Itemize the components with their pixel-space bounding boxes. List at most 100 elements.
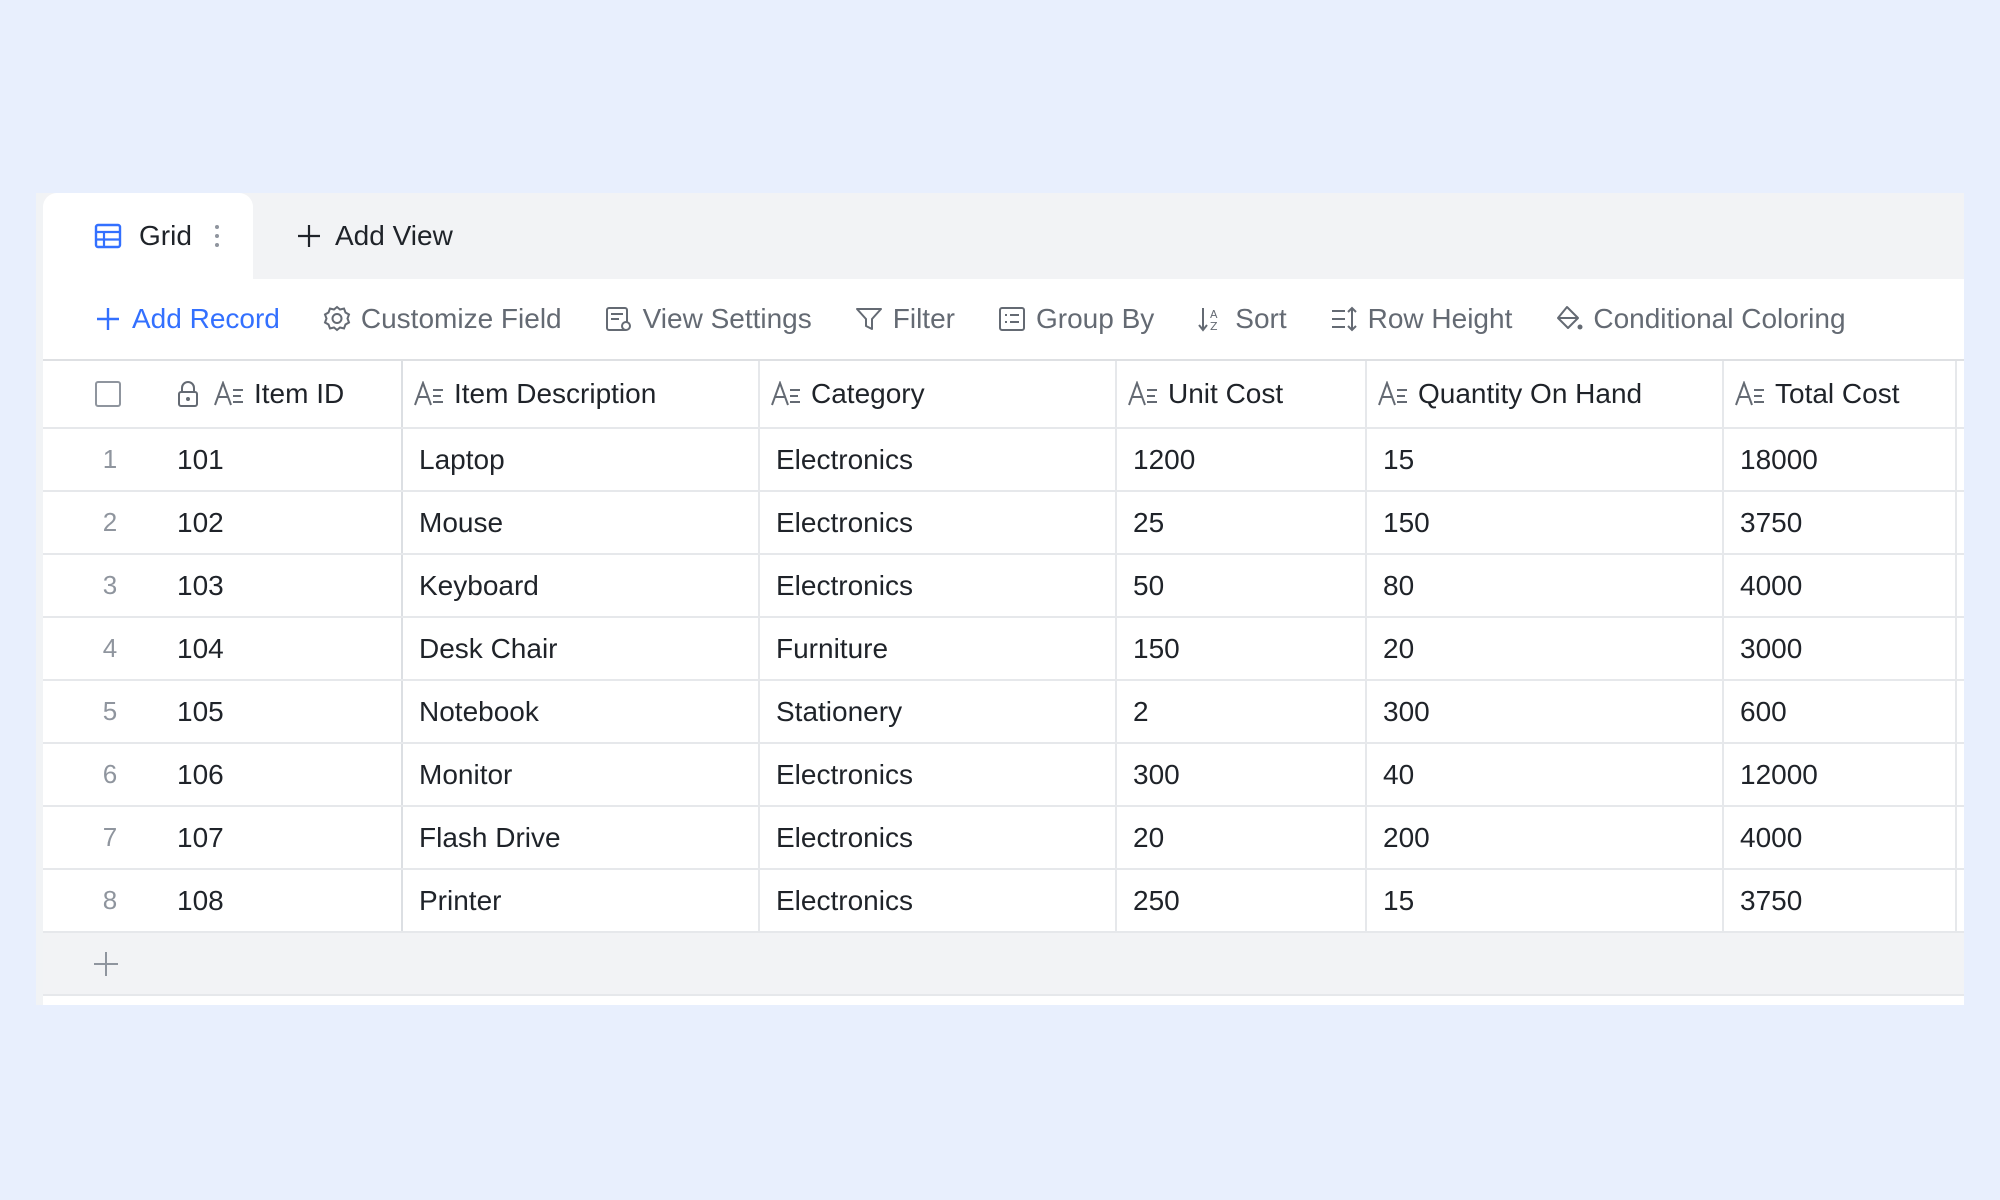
cell-item-id[interactable]: 4 104 xyxy=(43,618,403,679)
add-view-button[interactable]: Add View xyxy=(295,193,453,279)
cell-value: 15 xyxy=(1383,884,1415,916)
text-field-icon xyxy=(1735,381,1764,406)
lock-icon xyxy=(178,381,198,407)
cell-unit-cost[interactable]: 250 xyxy=(1117,870,1367,931)
cell-item-id[interactable]: 8 108 xyxy=(43,870,403,931)
cell-quantity-on-hand[interactable]: 15 xyxy=(1367,870,1724,931)
add-view-label: Add View xyxy=(335,220,453,251)
table-row[interactable]: 3 103 Keyboard Electronics 50 80 4000 xyxy=(43,555,1964,618)
cell-total-cost[interactable]: 3000 xyxy=(1724,618,1957,679)
cell-item-id[interactable]: 1 101 xyxy=(43,429,403,490)
cell-item-id[interactable]: 3 103 xyxy=(43,555,403,616)
cell-item-id[interactable]: 7 107 xyxy=(43,807,403,868)
customize-field-label: Customize Field xyxy=(360,303,562,334)
cell-total-cost[interactable]: 4000 xyxy=(1724,807,1957,868)
header-cell-overflow xyxy=(1957,361,1964,427)
header-cell-item-id[interactable]: Item ID xyxy=(43,361,403,427)
cell-item-description[interactable]: Mouse xyxy=(403,492,760,553)
cell-quantity-on-hand[interactable]: 300 xyxy=(1367,681,1724,742)
cell-item-description[interactable]: Monitor xyxy=(403,744,760,805)
cell-total-cost[interactable]: 600 xyxy=(1724,681,1957,742)
cell-item-description[interactable]: Printer xyxy=(403,870,760,931)
cell-item-description[interactable]: Notebook xyxy=(403,681,760,742)
cell-item-id[interactable]: 6 106 xyxy=(43,744,403,805)
cell-quantity-on-hand[interactable]: 200 xyxy=(1367,807,1724,868)
add-row-button[interactable] xyxy=(43,933,1964,996)
header-cell-category[interactable]: Category xyxy=(760,361,1117,427)
cell-quantity-on-hand[interactable]: 15 xyxy=(1367,429,1724,490)
cell-item-description[interactable]: Laptop xyxy=(403,429,760,490)
cell-item-description[interactable]: Flash Drive xyxy=(403,807,760,868)
cell-quantity-on-hand[interactable]: 20 xyxy=(1367,618,1724,679)
filter-button[interactable]: Filter xyxy=(854,303,955,335)
customize-field-button[interactable]: Customize Field xyxy=(322,303,562,335)
table-row[interactable]: 5 105 Notebook Stationery 2 300 600 xyxy=(43,681,1964,744)
group-by-button[interactable]: Group By xyxy=(997,303,1154,335)
cell-category[interactable]: Electronics xyxy=(760,492,1117,553)
more-vertical-icon[interactable] xyxy=(214,223,220,249)
cell-value: 2 xyxy=(1133,695,1149,727)
cell-category[interactable]: Electronics xyxy=(760,870,1117,931)
cell-unit-cost[interactable]: 150 xyxy=(1117,618,1367,679)
table-row[interactable]: 6 106 Monitor Electronics 300 40 12000 xyxy=(43,744,1964,807)
row-number: 1 xyxy=(102,444,118,474)
view-settings-icon xyxy=(605,307,631,331)
tab-grid[interactable]: Grid xyxy=(43,193,253,279)
cell-total-cost[interactable]: 12000 xyxy=(1724,744,1957,805)
cell-total-cost[interactable]: 3750 xyxy=(1724,492,1957,553)
text-field-icon xyxy=(771,381,800,406)
cell-quantity-on-hand[interactable]: 80 xyxy=(1367,555,1724,616)
cell-value: 12000 xyxy=(1740,758,1818,790)
cell-category[interactable]: Electronics xyxy=(760,807,1117,868)
table-row[interactable]: 1 101 Laptop Electronics 1200 15 18000 xyxy=(43,429,1964,492)
cell-unit-cost[interactable]: 300 xyxy=(1117,744,1367,805)
svg-text:Z: Z xyxy=(1210,320,1218,333)
filter-label: Filter xyxy=(892,303,955,334)
cell-unit-cost[interactable]: 25 xyxy=(1117,492,1367,553)
cell-total-cost[interactable]: 3750 xyxy=(1724,870,1957,931)
row-height-icon xyxy=(1331,306,1357,332)
cell-item-description[interactable]: Desk Chair xyxy=(403,618,760,679)
table-row[interactable]: 7 107 Flash Drive Electronics 20 200 4000 xyxy=(43,807,1964,870)
cell-value: Desk Chair xyxy=(419,632,558,664)
header-cell-item-description[interactable]: Item Description xyxy=(403,361,760,427)
cell-category[interactable]: Electronics xyxy=(760,555,1117,616)
header-cell-total-cost[interactable]: Total Cost xyxy=(1724,361,1957,427)
cell-unit-cost[interactable]: 2 xyxy=(1117,681,1367,742)
add-record-button[interactable]: Add Record xyxy=(93,303,280,335)
gear-icon xyxy=(323,305,351,332)
table-row[interactable]: 4 104 Desk Chair Furniture 150 20 3000 xyxy=(43,618,1964,681)
cell-item-description[interactable]: Keyboard xyxy=(403,555,760,616)
cell-quantity-on-hand[interactable]: 40 xyxy=(1367,744,1724,805)
cell-total-cost[interactable]: 4000 xyxy=(1724,555,1957,616)
cell-value: 108 xyxy=(177,884,224,916)
cell-quantity-on-hand[interactable]: 150 xyxy=(1367,492,1724,553)
cell-unit-cost[interactable]: 50 xyxy=(1117,555,1367,616)
sort-button[interactable]: A Z Sort xyxy=(1196,303,1287,335)
cell-category[interactable]: Furniture xyxy=(760,618,1117,679)
cell-value: 40 xyxy=(1383,758,1415,790)
cell-category[interactable]: Stationery xyxy=(760,681,1117,742)
cell-value: Electronics xyxy=(776,884,913,916)
view-settings-button[interactable]: View Settings xyxy=(604,303,812,335)
cell-unit-cost[interactable]: 20 xyxy=(1117,807,1367,868)
row-number: 4 xyxy=(102,633,118,663)
select-all-checkbox[interactable] xyxy=(95,381,121,407)
header-cell-quantity-on-hand[interactable]: Quantity On Hand xyxy=(1367,361,1724,427)
cell-item-id[interactable]: 2 102 xyxy=(43,492,403,553)
cell-category[interactable]: Electronics xyxy=(760,744,1117,805)
header-cell-unit-cost[interactable]: Unit Cost xyxy=(1117,361,1367,427)
view-tab-bar: Grid Add View xyxy=(43,193,1964,279)
row-height-button[interactable]: Row Height xyxy=(1329,303,1512,335)
cell-total-cost[interactable]: 18000 xyxy=(1724,429,1957,490)
plus-icon xyxy=(298,225,320,247)
cell-value: 106 xyxy=(177,758,224,790)
table-row[interactable]: 2 102 Mouse Electronics 25 150 3750 xyxy=(43,492,1964,555)
text-field-icon xyxy=(214,381,243,406)
cell-item-id[interactable]: 5 105 xyxy=(43,681,403,742)
cell-unit-cost[interactable]: 1200 xyxy=(1117,429,1367,490)
row-number: 6 xyxy=(102,759,118,789)
table-row[interactable]: 8 108 Printer Electronics 250 15 3750 xyxy=(43,870,1964,933)
cell-category[interactable]: Electronics xyxy=(760,429,1117,490)
conditional-coloring-button[interactable]: Conditional Coloring xyxy=(1554,303,1846,335)
